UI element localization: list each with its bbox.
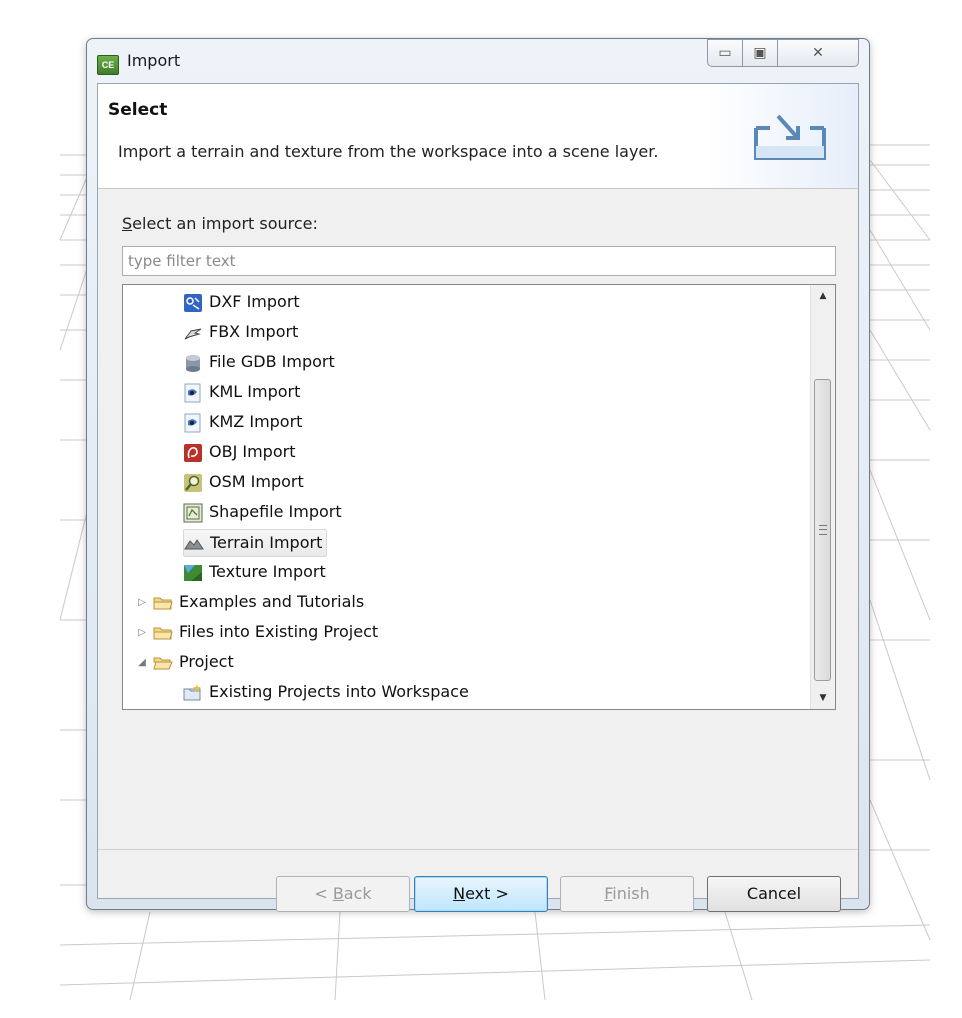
scroll-up-arrow-icon[interactable]: ▲ (811, 287, 835, 305)
tree-item-label: File GDB Import (209, 352, 335, 371)
tree-item[interactable]: KML Import (183, 379, 300, 405)
osm-icon (183, 473, 203, 493)
tree-item[interactable]: ▷ Files into Existing Project (135, 619, 378, 645)
tree-item-label: Project (179, 652, 234, 671)
fbx-icon (183, 323, 203, 343)
terrain-icon (184, 534, 204, 554)
filter-input[interactable] (122, 246, 836, 276)
wizard-header: Select Import a terrain and texture from… (98, 84, 858, 189)
page-description: Import a terrain and texture from the wo… (118, 142, 659, 161)
texture-icon (183, 563, 203, 583)
tree-item[interactable]: File GDB Import (183, 349, 335, 375)
tree-item[interactable]: DXF Import (183, 289, 300, 315)
folder-open-icon (153, 653, 173, 673)
next-button[interactable]: Next > (414, 876, 548, 912)
expand-arrow-icon[interactable]: ▷ (135, 620, 149, 646)
close-button[interactable]: ✕ (777, 39, 859, 67)
tree-scrollbar[interactable]: ▲ ▼ (810, 285, 835, 709)
dialog-body: Select Import a terrain and texture from… (97, 83, 859, 912)
import-source-tree[interactable]: Existing Projects into Workspace ◢ Project… (122, 284, 836, 710)
tree-item-label: Texture Import (209, 562, 326, 581)
import-source-label: Select an import source: (122, 214, 318, 233)
tree-item-label: KML Import (209, 382, 301, 401)
dxf-icon (183, 293, 203, 313)
kml-icon (183, 383, 203, 403)
cancel-button[interactable]: Cancel (707, 876, 841, 912)
import-dialog: CE Import ▭ ▣ ✕ Select Import a terrain … (86, 38, 870, 912)
folder-icon (153, 593, 173, 613)
back-button[interactable]: < Back (276, 876, 410, 912)
tree-item[interactable]: Terrain Import (183, 529, 328, 557)
tree-item-label: Existing Projects into Workspace (209, 682, 469, 701)
maximize-button[interactable]: ▣ (742, 39, 778, 67)
tree-item[interactable]: Shapefile Import (183, 499, 342, 525)
tree-item-label: KMZ Import (209, 412, 303, 431)
collapse-arrow-icon[interactable]: ◢ (135, 650, 149, 676)
shapefile-icon (183, 503, 203, 523)
tree-item[interactable]: OSM Import (183, 469, 304, 495)
tree-item-label: Terrain Import (210, 533, 323, 552)
tree-item[interactable]: Existing Projects into Workspace (183, 679, 469, 705)
obj-icon (183, 443, 203, 463)
import-banner-icon (754, 114, 826, 160)
finish-button[interactable]: Finish (560, 876, 694, 912)
expand-arrow-icon[interactable]: ▷ (135, 590, 149, 616)
tree-item-label: DXF Import (209, 292, 300, 311)
minimize-button[interactable]: ▭ (707, 39, 743, 67)
database-icon (183, 353, 203, 373)
tree-item-label: OSM Import (209, 472, 304, 491)
tree-item-label: Shapefile Import (209, 502, 342, 521)
project-icon (183, 683, 203, 703)
folder-icon (153, 623, 173, 643)
tree-item[interactable]: ▷ Examples and Tutorials (135, 589, 364, 615)
tree-item-label: OBJ Import (209, 442, 296, 461)
grip-icon (819, 525, 827, 535)
app-icon: CE (97, 55, 119, 75)
button-bar-separator (98, 849, 858, 850)
scroll-thumb[interactable] (814, 379, 831, 681)
tree-item-label: Files into Existing Project (179, 622, 379, 641)
title-bar[interactable]: CE Import ▭ ▣ ✕ (87, 39, 869, 83)
kmz-icon (183, 413, 203, 433)
tree-item-label: FBX Import (209, 322, 299, 341)
tree-item-label: Examples and Tutorials (179, 592, 365, 611)
tree-item[interactable]: KMZ Import (183, 409, 302, 435)
window-title: Import (127, 51, 181, 70)
tree-item[interactable]: Texture Import (183, 559, 326, 585)
tree-item[interactable]: ◢ Project (135, 649, 234, 675)
scroll-down-arrow-icon[interactable]: ▼ (811, 689, 835, 707)
tree-item[interactable]: FBX Import (183, 319, 298, 345)
page-title: Select (108, 100, 168, 120)
tree-item[interactable]: OBJ Import (183, 439, 295, 465)
